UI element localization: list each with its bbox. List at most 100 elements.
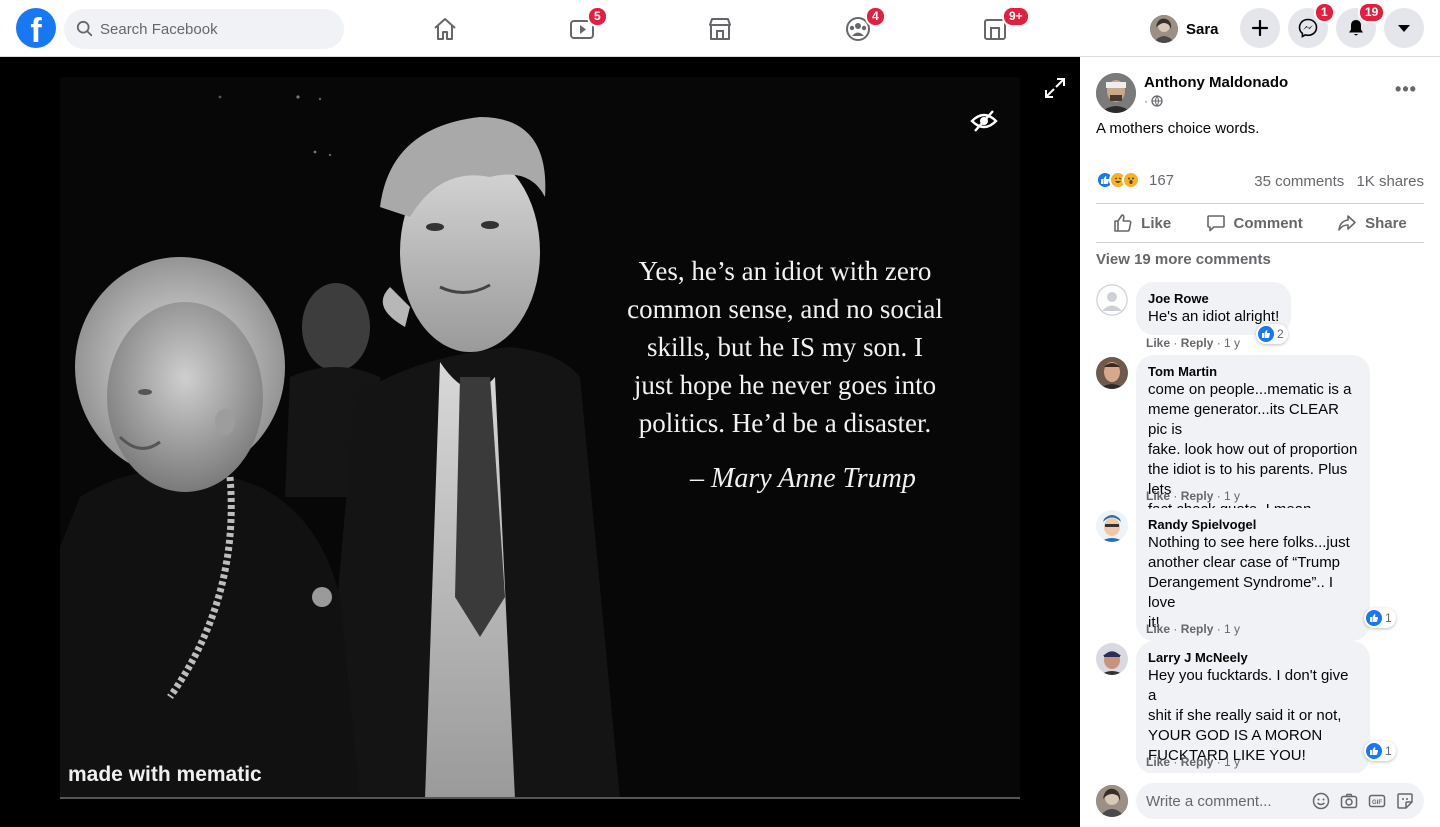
mematic-watermark: made with mematic (68, 763, 262, 786)
profile-chip[interactable]: Sara (1150, 12, 1219, 46)
globe-icon[interactable] (1151, 95, 1163, 107)
avatar[interactable] (1096, 785, 1128, 817)
camera-icon[interactable] (1340, 792, 1358, 810)
comment-like-link[interactable]: Like (1146, 755, 1170, 769)
quote-line: skills, but he IS my son. I (646, 332, 923, 362)
comment-author[interactable]: Joe Rowe (1148, 290, 1279, 307)
comment-reaction-count: 2 (1277, 327, 1284, 341)
shares-count[interactable]: 1K shares (1356, 173, 1424, 190)
like-label: Like (1141, 214, 1172, 232)
composer-icons: GIF (1312, 792, 1414, 810)
comment-reaction-count: 1 (1385, 611, 1392, 625)
comment-like-link[interactable]: Like (1146, 489, 1170, 503)
groups-badge: 4 (865, 6, 886, 27)
watch-badge: 5 (587, 6, 608, 27)
meta-separator: · (1144, 94, 1148, 108)
quote-line: politics. He’d be a disaster. (638, 408, 932, 438)
post-photo: Yes, he’s an idiot with zero common sens… (60, 77, 1020, 799)
marketplace-icon (709, 18, 731, 40)
like-reaction-icon (1258, 326, 1274, 342)
comment-text: Hey you fucktards. I don't give a shit i… (1148, 667, 1349, 764)
quote-line: common sense, and no social (627, 294, 943, 324)
share-label: Share (1365, 214, 1407, 232)
nav-marketplace[interactable] (665, 4, 775, 54)
comment-reactions[interactable]: 2 (1256, 324, 1288, 344)
nav-home[interactable] (390, 4, 500, 54)
comment-composer: GIF (1096, 783, 1424, 819)
comments-count[interactable]: 35 comments (1254, 173, 1344, 190)
comment-reply-link[interactable]: Reply (1181, 622, 1214, 636)
avatar[interactable] (1096, 73, 1136, 113)
gif-icon[interactable]: GIF (1368, 792, 1386, 810)
comment-reactions[interactable]: 1 (1364, 608, 1396, 628)
like-reaction-icon (1366, 743, 1382, 759)
post-meta: · (1144, 94, 1163, 108)
comment-label: Comment (1233, 214, 1303, 232)
search-box[interactable] (64, 9, 344, 49)
comment-input-box[interactable]: GIF (1136, 783, 1424, 819)
comment-icon (1206, 215, 1225, 232)
home-icon (434, 18, 456, 40)
reaction-count: 167 (1149, 171, 1175, 189)
comment-like-link[interactable]: Like (1146, 336, 1170, 350)
facebook-logo-icon[interactable]: f (16, 8, 56, 48)
comment-reply-link[interactable]: Reply (1181, 336, 1214, 350)
comment-actions: Like · Reply · 1 y (1146, 336, 1241, 350)
account-menu-button[interactable] (1384, 8, 1424, 48)
comment-reply-link[interactable]: Reply (1181, 755, 1214, 769)
divider (1096, 242, 1424, 243)
post-actions: Like Comment Share (1096, 204, 1424, 242)
messenger-badge: 1 (1314, 2, 1335, 23)
share-button[interactable]: Share (1337, 213, 1407, 233)
comment-reactions[interactable]: 1 (1364, 741, 1396, 761)
avatar[interactable] (1096, 357, 1128, 389)
avatar (1150, 15, 1178, 43)
nav-watch[interactable]: 5 (527, 4, 637, 54)
comment-actions: Like · Reply · 1 y (1146, 489, 1241, 503)
post-stats: 35 comments 1K shares (1254, 173, 1424, 190)
comment-text: Nothing to see here folks...just another… (1148, 534, 1350, 631)
avatar[interactable] (1096, 510, 1128, 542)
comment-age: 1 y (1224, 755, 1241, 769)
nav-gaming[interactable]: 9+ (940, 4, 1050, 54)
more-options-icon[interactable]: ••• (1392, 79, 1420, 101)
post-author[interactable]: Anthony Maldonado (1144, 74, 1288, 91)
svg-text:GIF: GIF (1372, 800, 1382, 806)
messenger-button[interactable]: 1 (1288, 2, 1335, 48)
comment-author[interactable]: Larry J McNeely (1148, 649, 1358, 666)
search-input[interactable] (100, 9, 330, 49)
comments-list: Joe Rowe He's an idiot alright! 2 Like ·… (1080, 279, 1440, 773)
wow-reaction-icon (1122, 171, 1140, 189)
profile-name: Sara (1186, 20, 1219, 38)
caret-down-icon (1398, 25, 1410, 32)
quote-line: just hope he never goes into (633, 370, 937, 400)
comment-button[interactable]: Comment (1206, 213, 1303, 233)
comment-text: He's an idiot alright! (1148, 308, 1280, 325)
comment-like-link[interactable]: Like (1146, 622, 1170, 636)
sticker-icon[interactable] (1396, 792, 1414, 810)
top-navigation-bar: f 5 4 9+ Sara 1 19 (0, 0, 1440, 57)
nav-groups[interactable]: 4 (803, 4, 913, 54)
comment-bubble: Larry J McNeely Hey you fucktards. I don… (1136, 641, 1370, 773)
like-button[interactable]: Like (1113, 213, 1171, 233)
search-icon (76, 20, 93, 37)
photo-viewer: Yes, he’s an idiot with zero common sens… (0, 57, 1080, 827)
emoji-icon[interactable] (1312, 792, 1330, 810)
notifications-button[interactable]: 19 (1336, 2, 1386, 48)
quote-line: Yes, he’s an idiot with zero (638, 256, 932, 286)
avatar[interactable] (1096, 643, 1128, 675)
reaction-summary[interactable]: 167 (1096, 171, 1174, 189)
comment-input[interactable] (1146, 783, 1296, 819)
view-more-comments-link[interactable]: View 19 more comments (1096, 251, 1271, 268)
quote-attribution: – Mary Anne Trump (690, 463, 916, 494)
comment-author[interactable]: Randy Spielvogel (1148, 516, 1358, 533)
comment-author[interactable]: Tom Martin (1148, 363, 1358, 380)
comment-reaction-count: 1 (1385, 744, 1392, 758)
avatar[interactable] (1096, 284, 1128, 316)
comment-reply-link[interactable]: Reply (1181, 489, 1214, 503)
hide-eye-icon[interactable] (970, 109, 998, 133)
post-text: A mothers choice words. (1096, 120, 1260, 137)
quote-text: Yes, he’s an idiot with zero common sens… (575, 252, 995, 442)
create-button[interactable] (1240, 8, 1280, 48)
expand-icon[interactable] (1044, 77, 1066, 99)
